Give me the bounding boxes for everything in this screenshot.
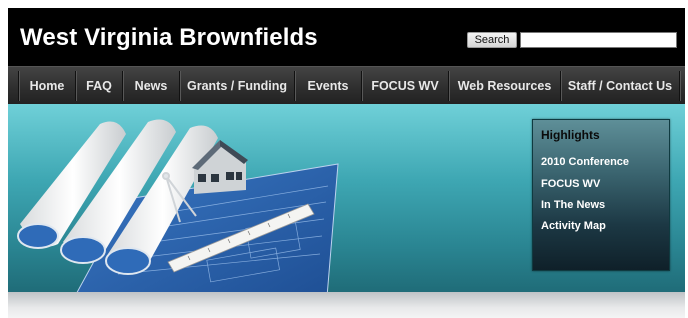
highlight-link-focus-wv[interactable]: FOCUS WV bbox=[541, 178, 600, 190]
nav-divider bbox=[679, 71, 681, 101]
nav-item-staff-contact[interactable]: Staff / Contact Us bbox=[561, 67, 679, 104]
search-button[interactable]: Search bbox=[467, 32, 517, 48]
site-title[interactable]: West Virginia Brownfields bbox=[20, 24, 318, 52]
nav-item-grants-funding[interactable]: Grants / Funding bbox=[180, 67, 294, 104]
highlight-link-2010-conference[interactable]: 2010 Conference bbox=[541, 156, 629, 168]
nav-item-home[interactable]: Home bbox=[19, 67, 75, 104]
highlights-title: Highlights bbox=[541, 128, 600, 142]
hero-footer-shadow bbox=[8, 292, 685, 318]
nav-item-focus-wv[interactable]: FOCUS WV bbox=[362, 67, 448, 104]
nav-item-events[interactable]: Events bbox=[295, 67, 361, 104]
highlights-panel: Highlights 2010 Conference FOCUS WV In T… bbox=[532, 119, 670, 271]
nav-item-web-resources[interactable]: Web Resources bbox=[449, 67, 560, 104]
search-input[interactable] bbox=[520, 32, 677, 48]
site-header: West Virginia Brownfields Search bbox=[8, 8, 685, 66]
nav-item-faq[interactable]: FAQ bbox=[76, 67, 122, 104]
highlight-link-in-the-news[interactable]: In The News bbox=[541, 199, 605, 211]
highlight-link-activity-map[interactable]: Activity Map bbox=[541, 220, 606, 232]
main-nav: Home FAQ News Grants / Funding Events FO… bbox=[8, 66, 685, 104]
nav-item-news[interactable]: News bbox=[123, 67, 179, 104]
